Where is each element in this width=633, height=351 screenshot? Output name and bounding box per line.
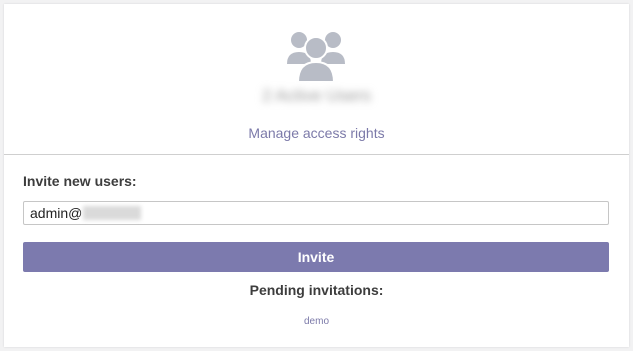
active-users-count: 2 Active Users: [262, 86, 371, 105]
pending-invitations-label: Pending invitations:: [249, 282, 384, 298]
invite-users-card: 2 Active Users Manage access rights Invi…: [4, 4, 629, 347]
users-group-icon: [287, 32, 345, 82]
invite-button[interactable]: Invite: [23, 242, 609, 272]
email-value-text: admin@: [30, 205, 83, 221]
pending-invitation-item[interactable]: demo: [4, 316, 629, 327]
manage-access-rights-link[interactable]: Manage access rights: [4, 125, 629, 141]
invite-email-input[interactable]: admin@: [23, 201, 609, 225]
invite-new-users-label: Invite new users:: [23, 173, 137, 189]
users-summary-section: 2 Active Users Manage access rights: [4, 4, 629, 155]
email-domain-redacted: [83, 206, 142, 220]
